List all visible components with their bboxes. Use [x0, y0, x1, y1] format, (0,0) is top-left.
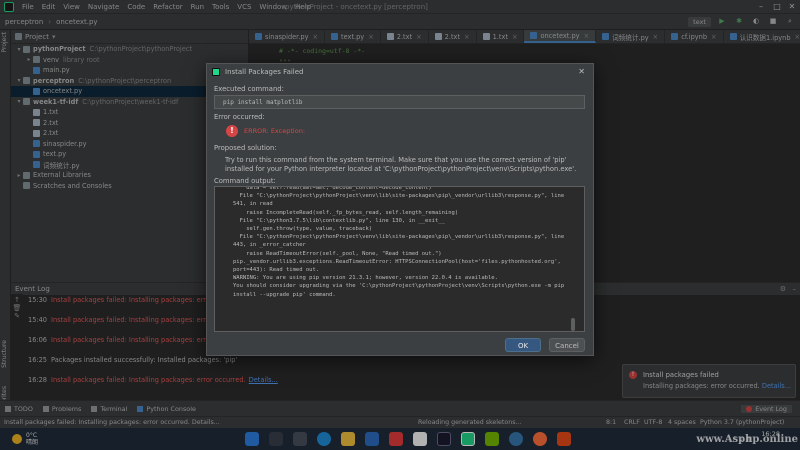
- error-text: ERROR: Exception:: [244, 127, 306, 135]
- output-scrollbar[interactable]: [571, 318, 575, 331]
- error-occurred-label: Error occurred:: [214, 113, 265, 121]
- proposed-solution-text: Try to run this command from the system …: [225, 156, 577, 173]
- pycharm-logo-icon: [212, 68, 220, 76]
- install-failed-dialog: Install Packages Failed ✕ Executed comma…: [206, 63, 594, 356]
- dialog-title: Install Packages Failed: [225, 68, 304, 76]
- dialog-close-icon[interactable]: ✕: [578, 67, 585, 76]
- executed-command-label: Executed command:: [214, 85, 284, 93]
- ok-button[interactable]: OK: [505, 338, 541, 352]
- command-output-label: Command output:: [214, 177, 276, 185]
- command-output-area[interactable]: data = self.read(amt=amt, decode_content…: [214, 186, 585, 332]
- command-output-text: data = self.read(amt=amt, decode_content…: [233, 186, 565, 298]
- proposed-solution-label: Proposed solution:: [214, 144, 277, 152]
- error-row: ! ERROR: Exception:: [226, 125, 305, 137]
- cancel-button[interactable]: Cancel: [549, 338, 585, 352]
- dialog-title-bar: Install Packages Failed ✕: [207, 64, 593, 80]
- executed-command-field[interactable]: pip install matplotlib: [214, 95, 585, 109]
- error-icon: !: [226, 125, 238, 137]
